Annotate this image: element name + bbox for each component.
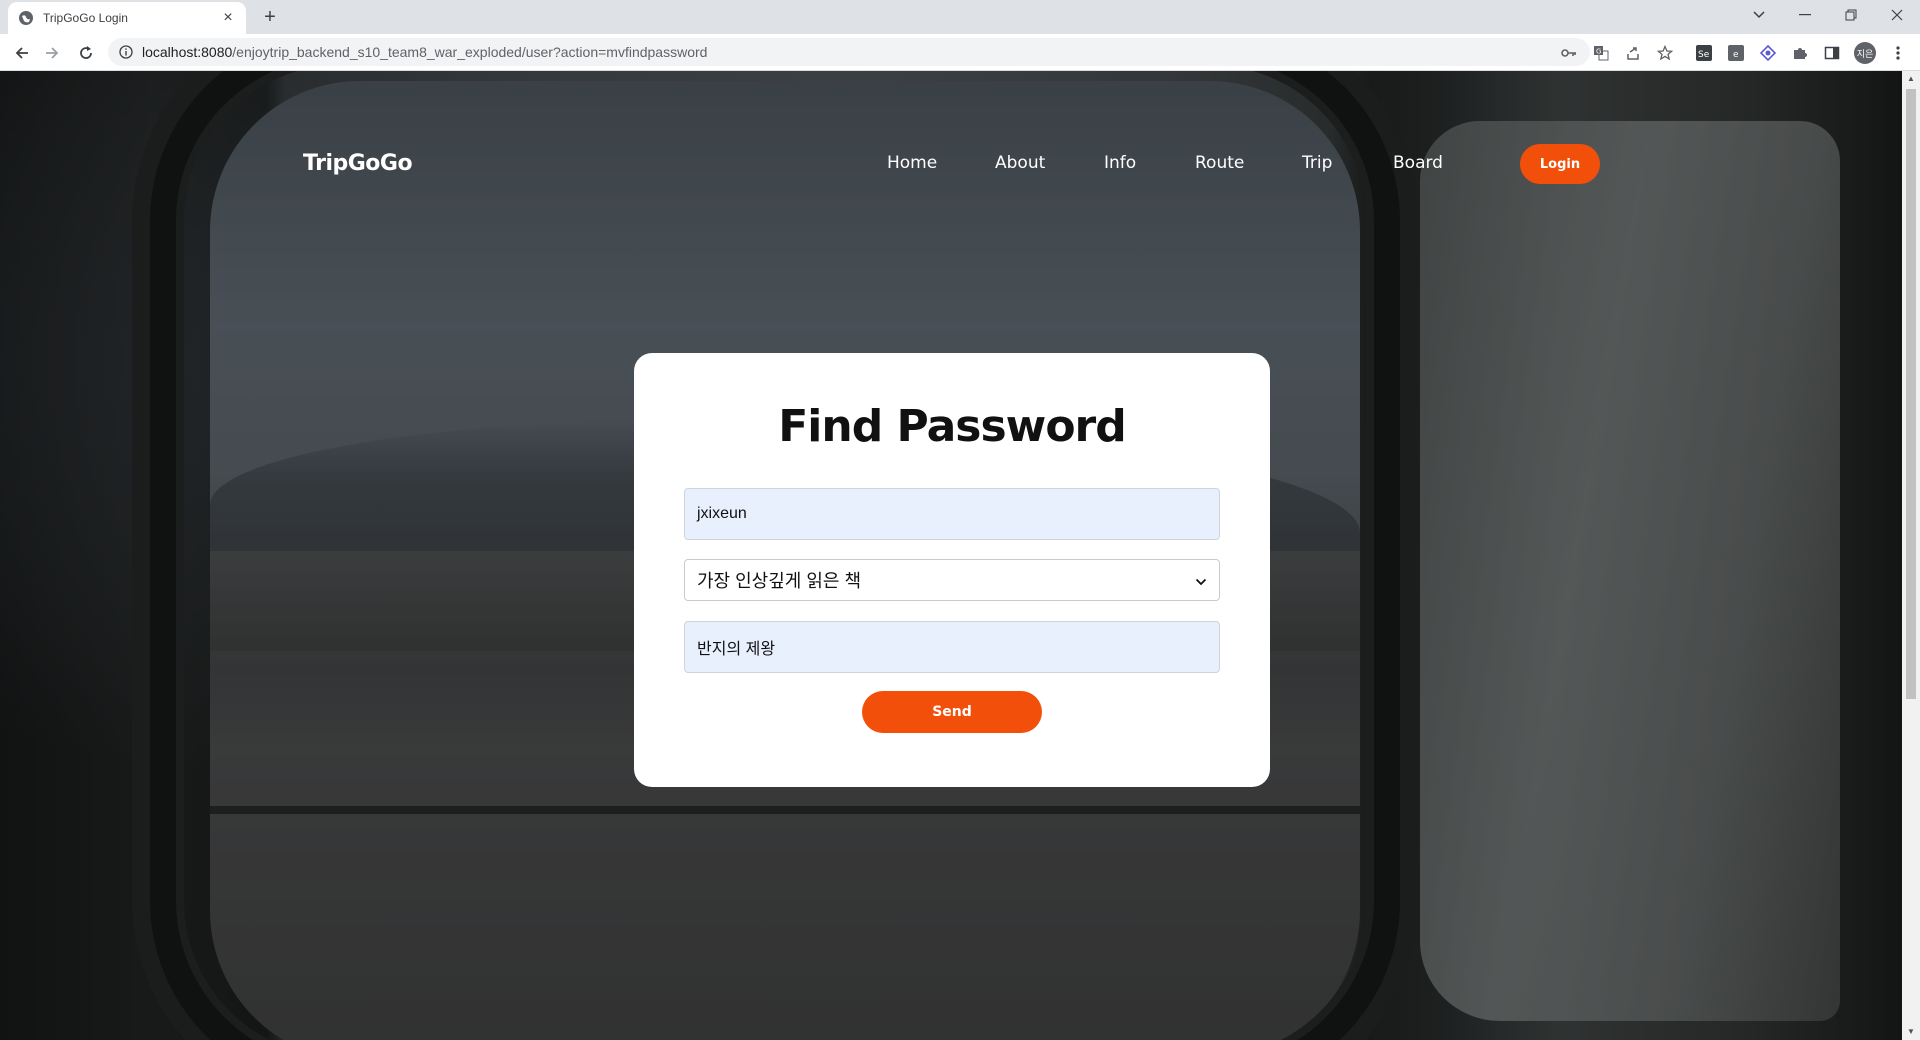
- security-answer-field[interactable]: 반지의 제왕: [684, 621, 1220, 673]
- send-button[interactable]: Send: [862, 691, 1042, 733]
- restore-icon[interactable]: [1828, 0, 1874, 30]
- forward-icon[interactable]: [38, 39, 66, 67]
- puzzle-icon[interactable]: [1790, 43, 1810, 63]
- extension-icon[interactable]: e: [1726, 43, 1746, 63]
- new-tab-icon[interactable]: +: [258, 6, 282, 30]
- tab-title: TripGoGo Login: [43, 11, 128, 25]
- nav-board[interactable]: Board: [1393, 153, 1443, 173]
- avatar[interactable]: 지은: [1854, 42, 1876, 64]
- chevron-down-icon: [1195, 570, 1207, 591]
- scroll-down-icon[interactable]: ▼: [1902, 1024, 1920, 1040]
- translate-icon[interactable]: G: [1592, 44, 1610, 62]
- site-logo[interactable]: TripGoGo: [303, 151, 413, 176]
- browser-toolbar: localhost:8080/enjoytrip_backend_s10_tea…: [0, 34, 1920, 71]
- share-icon[interactable]: [1624, 44, 1642, 62]
- globe-icon: [18, 10, 34, 26]
- url-host: localhost:8080: [142, 44, 233, 60]
- page-viewport: TripGoGo Home About Info Route Trip Boar…: [0, 71, 1902, 1040]
- nav-about[interactable]: About: [995, 153, 1045, 173]
- address-bar[interactable]: localhost:8080/enjoytrip_backend_s10_tea…: [108, 38, 1590, 66]
- nav-trip[interactable]: Trip: [1302, 153, 1332, 173]
- nav-home[interactable]: Home: [887, 153, 937, 173]
- nav-route[interactable]: Route: [1195, 153, 1244, 173]
- browser-tabstrip: TripGoGo Login × +: [0, 0, 1920, 34]
- key-icon[interactable]: [1560, 44, 1578, 62]
- user-id-value: jxixeun: [697, 505, 747, 522]
- user-id-field[interactable]: jxixeun: [684, 488, 1220, 540]
- security-answer-value: 반지의 제왕: [697, 641, 776, 658]
- back-icon[interactable]: [8, 39, 36, 67]
- security-question-value: 가장 인상깊게 읽은 책: [697, 571, 862, 591]
- svg-text:e: e: [1733, 50, 1739, 60]
- tab-close-icon[interactable]: ×: [220, 10, 236, 26]
- profile-initials: 지은: [1854, 42, 1876, 64]
- scrollbar-thumb[interactable]: [1906, 89, 1916, 699]
- extension-icon[interactable]: Se: [1694, 43, 1714, 63]
- svg-text:G: G: [1596, 48, 1601, 56]
- side-panel-icon[interactable]: [1822, 43, 1842, 63]
- login-button[interactable]: Login: [1520, 144, 1600, 184]
- minimize-icon[interactable]: [1782, 0, 1828, 30]
- browser-tab[interactable]: TripGoGo Login ×: [8, 2, 246, 34]
- tab-search-icon[interactable]: [1736, 0, 1782, 30]
- bookmark-star-icon[interactable]: [1656, 44, 1674, 62]
- site-info-icon[interactable]: [118, 44, 134, 60]
- scroll-up-icon[interactable]: ▲: [1902, 71, 1920, 87]
- close-window-icon[interactable]: [1874, 0, 1920, 30]
- page-title: Find Password: [778, 401, 1127, 452]
- scrollbar[interactable]: ▲ ▼: [1902, 71, 1920, 1040]
- svg-text:Se: Se: [1698, 50, 1710, 60]
- reload-icon[interactable]: [72, 39, 100, 67]
- kebab-menu-icon[interactable]: [1888, 43, 1908, 63]
- security-question-select[interactable]: 가장 인상깊게 읽은 책: [684, 559, 1220, 601]
- extension-icon[interactable]: [1758, 43, 1778, 63]
- nav-info[interactable]: Info: [1104, 153, 1136, 173]
- url-path: /enjoytrip_backend_s10_team8_war_explode…: [232, 44, 708, 60]
- url-text: localhost:8080/enjoytrip_backend_s10_tea…: [142, 44, 707, 60]
- find-password-card: Find Password jxixeun 가장 인상깊게 읽은 책 반지의 제…: [634, 353, 1270, 787]
